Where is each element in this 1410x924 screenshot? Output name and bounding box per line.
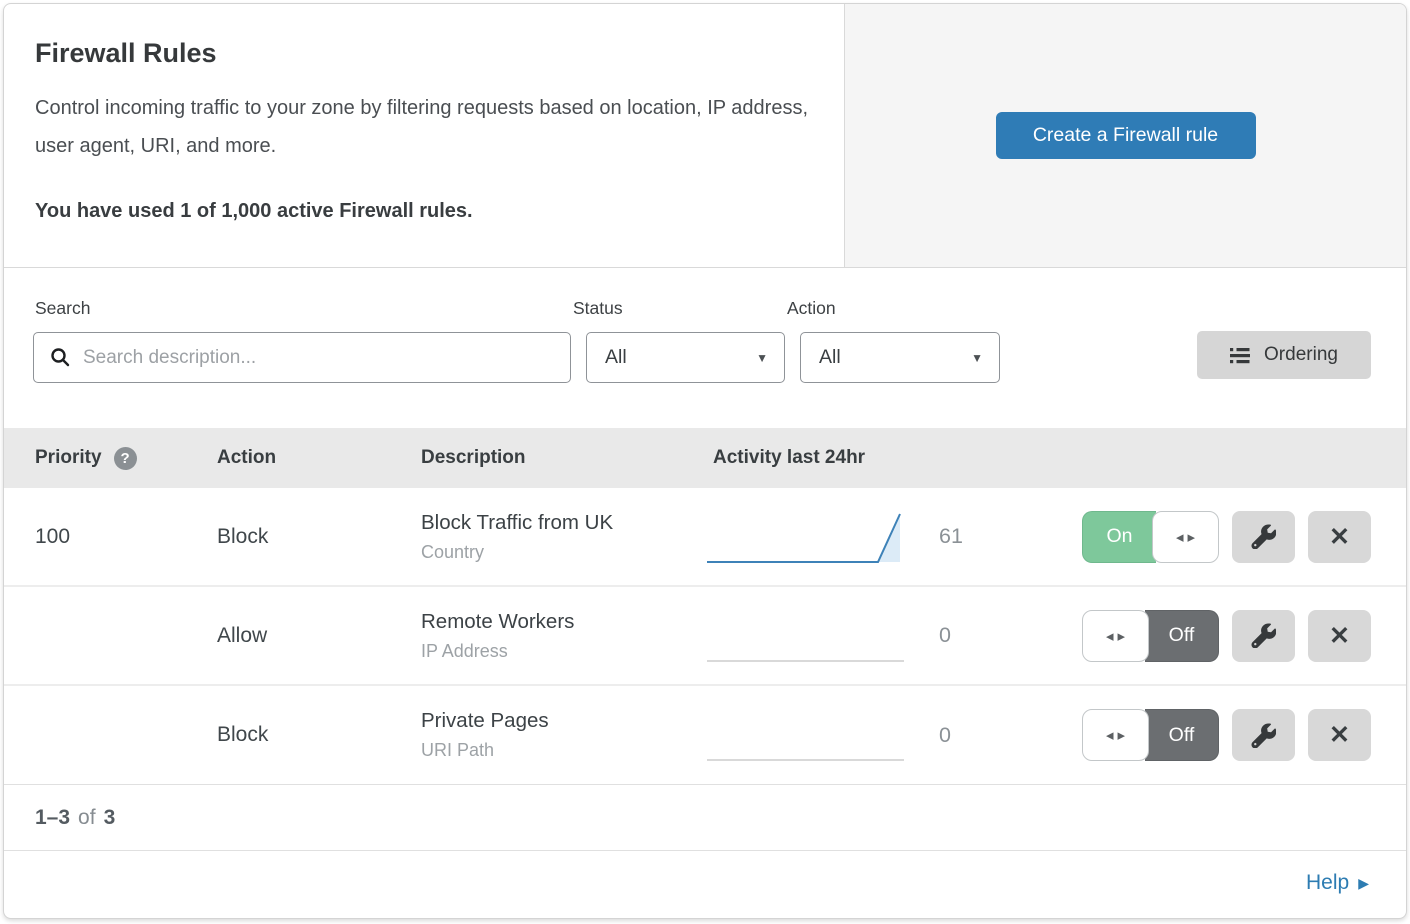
rule-action: Allow xyxy=(217,624,421,648)
table-header-row: Priority ? Action Description Activity l… xyxy=(4,428,1406,488)
search-box[interactable] xyxy=(33,332,571,383)
toggle-state-label: Off xyxy=(1145,610,1219,662)
page-description: Control incoming traffic to your zone by… xyxy=(35,89,810,165)
chevron-down-icon: ▼ xyxy=(971,351,983,365)
rule-enabled-toggle[interactable]: On ◂▸ xyxy=(1082,511,1219,563)
status-select[interactable]: All ▼ xyxy=(586,332,785,383)
rule-enabled-toggle[interactable]: ◂▸ Off xyxy=(1082,709,1219,761)
firewall-rules-panel: Firewall Rules Control incoming traffic … xyxy=(3,3,1407,919)
rule-description: Block Traffic from UK Country xyxy=(421,511,704,563)
search-label: Search xyxy=(35,298,571,319)
column-header-action: Action xyxy=(217,447,421,469)
status-filter-group: Status All ▼ xyxy=(571,298,785,383)
rule-description-title: Block Traffic from UK xyxy=(421,511,704,535)
rule-match-type: URI Path xyxy=(421,740,704,761)
delete-rule-button[interactable]: ✕ xyxy=(1308,511,1371,563)
close-icon: ✕ xyxy=(1329,720,1350,750)
arrow-left-icon: ◂ xyxy=(1106,726,1114,744)
page-title: Firewall Rules xyxy=(35,38,813,69)
activity-count: 0 xyxy=(911,723,1061,748)
column-header-activity: Activity last 24hr xyxy=(704,447,865,469)
ordering-button-label: Ordering xyxy=(1264,344,1338,366)
close-icon: ✕ xyxy=(1329,522,1350,552)
wrench-icon xyxy=(1251,524,1276,549)
rule-description: Remote Workers IP Address xyxy=(421,610,704,662)
delete-rule-button[interactable]: ✕ xyxy=(1308,709,1371,761)
arrow-right-icon: ▶ xyxy=(1358,875,1369,892)
rule-priority: 100 xyxy=(35,525,217,549)
wrench-icon xyxy=(1251,623,1276,648)
arrow-right-icon: ▸ xyxy=(1118,726,1126,744)
rule-match-type: Country xyxy=(421,542,704,563)
table-row: Block Private Pages URI Path 0 ◂▸ Off ✕ xyxy=(4,686,1406,785)
header-section: Firewall Rules Control incoming traffic … xyxy=(4,4,1406,268)
action-selected-value: All xyxy=(819,346,841,369)
pagination-of-label: of xyxy=(78,806,96,830)
toggle-knob[interactable]: ◂▸ xyxy=(1082,610,1149,662)
rule-description-title: Private Pages xyxy=(421,709,704,733)
activity-sparkline xyxy=(704,607,911,665)
activity-sparkline xyxy=(704,706,911,764)
activity-count: 61 xyxy=(911,524,1061,549)
activity-sparkline xyxy=(704,508,911,566)
rule-action: Block xyxy=(217,525,421,549)
column-header-priority: Priority ? xyxy=(35,447,217,470)
search-icon xyxy=(50,347,71,368)
rule-controls: ◂▸ Off ✕ xyxy=(1082,709,1371,761)
toggle-knob[interactable]: ◂▸ xyxy=(1152,511,1219,563)
edit-rule-button[interactable] xyxy=(1232,610,1295,662)
rule-controls: ◂▸ Off ✕ xyxy=(1082,610,1371,662)
help-link-label: Help xyxy=(1306,871,1349,895)
pagination-total: 3 xyxy=(104,806,116,830)
pagination-range: 1–3 xyxy=(35,806,70,830)
status-selected-value: All xyxy=(605,346,627,369)
edit-rule-button[interactable] xyxy=(1232,511,1295,563)
filter-bar: Search Status All ▼ Action All ▼ xyxy=(4,268,1406,428)
column-header-description: Description xyxy=(421,447,704,469)
status-label: Status xyxy=(573,298,785,319)
help-bar: Help ▶ xyxy=(4,851,1406,915)
rule-match-type: IP Address xyxy=(421,641,704,662)
toggle-state-label: On xyxy=(1082,511,1156,563)
header-action-panel: Create a Firewall rule xyxy=(844,4,1406,267)
table-row: 100 Block Block Traffic from UK Country … xyxy=(4,488,1406,587)
action-label: Action xyxy=(787,298,1000,319)
ordering-button[interactable]: Ordering xyxy=(1197,331,1371,379)
delete-rule-button[interactable]: ✕ xyxy=(1308,610,1371,662)
usage-note: You have used 1 of 1,000 active Firewall… xyxy=(35,200,813,223)
header-text-block: Firewall Rules Control incoming traffic … xyxy=(4,4,844,267)
ordered-list-icon xyxy=(1230,347,1252,364)
rule-enabled-toggle[interactable]: ◂▸ Off xyxy=(1082,610,1219,662)
help-link[interactable]: Help ▶ xyxy=(1306,871,1369,895)
arrow-left-icon: ◂ xyxy=(1106,627,1114,645)
search-input[interactable] xyxy=(81,346,570,370)
edit-rule-button[interactable] xyxy=(1232,709,1295,761)
toggle-state-label: Off xyxy=(1145,709,1219,761)
activity-count: 0 xyxy=(911,623,1061,648)
rule-controls: On ◂▸ ✕ xyxy=(1082,511,1371,563)
rule-description: Private Pages URI Path xyxy=(421,709,704,761)
help-question-icon[interactable]: ? xyxy=(114,447,137,470)
rule-description-title: Remote Workers xyxy=(421,610,704,634)
arrow-right-icon: ▸ xyxy=(1118,627,1126,645)
arrow-right-icon: ▸ xyxy=(1188,528,1196,546)
wrench-icon xyxy=(1251,723,1276,748)
table-row: Allow Remote Workers IP Address 0 ◂▸ Off… xyxy=(4,587,1406,686)
search-group: Search xyxy=(33,298,571,383)
toggle-knob[interactable]: ◂▸ xyxy=(1082,709,1149,761)
close-icon: ✕ xyxy=(1329,621,1350,651)
pagination-bar: 1–3 of 3 xyxy=(4,785,1406,851)
chevron-down-icon: ▼ xyxy=(756,351,768,365)
arrow-left-icon: ◂ xyxy=(1176,528,1184,546)
action-filter-group: Action All ▼ xyxy=(785,298,1000,383)
rule-action: Block xyxy=(217,723,421,747)
action-select[interactable]: All ▼ xyxy=(800,332,1000,383)
create-firewall-rule-button[interactable]: Create a Firewall rule xyxy=(996,112,1256,159)
